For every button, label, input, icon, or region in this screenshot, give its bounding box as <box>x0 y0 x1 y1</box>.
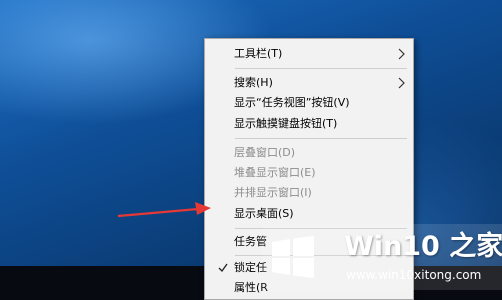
menu-item-cascade-windows: 层叠窗口(D) <box>205 142 413 162</box>
chevron-right-icon <box>398 77 405 89</box>
chevron-right-icon <box>398 48 405 60</box>
check-mark-icon <box>218 263 228 273</box>
menu-item-toolbars[interactable]: 工具栏(T) <box>205 43 413 63</box>
watermark-title: Win10 之家 <box>344 231 502 262</box>
menu-item-label: 显示桌面(S) <box>234 207 294 220</box>
menu-item-label: 并排显示窗口(I) <box>234 186 312 199</box>
watermark-url: www.win10xitong.com <box>346 268 482 282</box>
menu-item-label: 堆叠显示窗口(E) <box>234 166 316 179</box>
menu-item-label: 搜索(H) <box>234 76 273 89</box>
windows-logo-icon <box>272 236 314 278</box>
menu-item-search[interactable]: 搜索(H) <box>205 72 413 92</box>
menu-separator <box>235 138 407 139</box>
menu-item-show-task-view-button[interactable]: 显示“任务视图”按钮(V) <box>205 92 413 112</box>
menu-item-label: 显示触摸键盘按钮(T) <box>234 117 338 130</box>
menu-item-show-touch-keyboard-button[interactable]: 显示触摸键盘按钮(T) <box>205 113 413 133</box>
menu-item-label: 工具栏(T) <box>234 47 283 60</box>
menu-item-show-desktop[interactable]: 显示桌面(S) <box>205 203 413 223</box>
menu-item-stack-windows: 堆叠显示窗口(E) <box>205 162 413 182</box>
menu-item-label: 层叠窗口(D) <box>234 146 296 159</box>
menu-item-side-by-side-windows: 并排显示窗口(I) <box>205 182 413 202</box>
menu-item-label: 显示“任务视图”按钮(V) <box>234 96 350 109</box>
menu-separator <box>235 68 407 69</box>
